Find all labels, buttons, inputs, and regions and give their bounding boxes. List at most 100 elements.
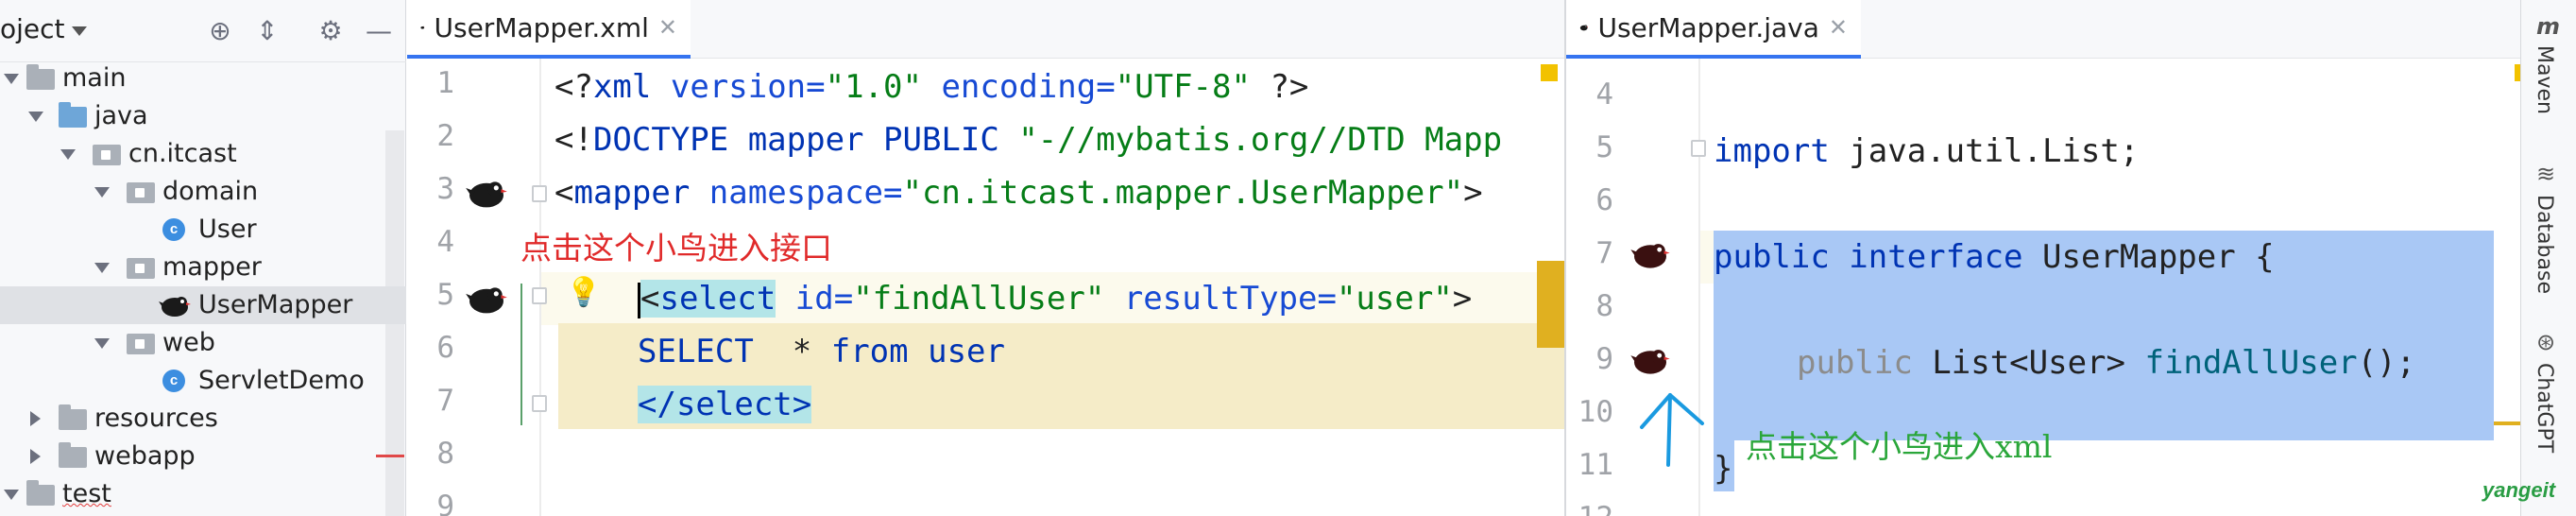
chevron-down-icon[interactable] — [72, 26, 87, 36]
token: id= — [776, 280, 854, 318]
fold-icon[interactable] — [532, 395, 547, 412]
tree-item-label: User — [198, 215, 257, 244]
line-number: 12 — [1566, 501, 1613, 516]
line-number: 8 — [1595, 289, 1613, 323]
chatgpt-icon[interactable]: ⊛ — [2536, 329, 2555, 355]
token: from — [830, 333, 909, 370]
fold-icon[interactable] — [532, 185, 547, 202]
collapse-all-icon[interactable]: ⇕ — [251, 15, 283, 47]
token: interface — [1829, 238, 2023, 276]
tree-item-servletdemo[interactable]: c ServletDemo — [0, 362, 406, 400]
token: import — [1714, 132, 1830, 170]
database-icon[interactable]: ≋ — [2536, 161, 2555, 187]
token: <? — [554, 68, 593, 106]
tree-item-label: web — [162, 328, 215, 357]
line-number: 6 — [436, 331, 454, 365]
expand-arrow-icon[interactable] — [4, 74, 19, 84]
sidebar-item-database[interactable]: Database — [2533, 195, 2556, 294]
scroll-marker — [1537, 261, 1564, 348]
mybatis-bird-navigate-icon[interactable] — [466, 282, 507, 316]
tree-item-webapp[interactable]: webapp — [0, 438, 406, 475]
line-number: 1 — [436, 66, 454, 100]
token: "user" — [1336, 280, 1453, 318]
tree-item-test[interactable]: test — [0, 475, 406, 513]
expand-arrow-icon[interactable] — [94, 263, 110, 273]
minimize-icon[interactable]: — — [363, 15, 395, 47]
tab-usermapper-xml[interactable]: UserMapper.xml ✕ — [407, 0, 691, 59]
collapsed-arrow-icon[interactable] — [30, 411, 41, 426]
token: < — [640, 280, 660, 318]
tree-item-resources[interactable]: resources — [0, 400, 406, 438]
java-line-5: import java.util.List; — [1714, 125, 2139, 178]
collapsed-arrow-icon[interactable] — [30, 449, 41, 464]
java-line-7: public interface UserMapper { — [1714, 231, 2275, 284]
sidebar-item-chatgpt[interactable]: ChatGPT — [2533, 363, 2556, 453]
warning-marker — [1541, 64, 1558, 81]
package-icon — [127, 182, 155, 203]
tree-item-user[interactable]: c User — [0, 211, 406, 249]
folder-icon — [26, 480, 55, 506]
token: select — [659, 280, 776, 318]
fold-icon[interactable] — [532, 287, 547, 304]
resources-folder-icon — [59, 404, 87, 430]
change-marker — [520, 284, 522, 425]
mybatis-bird-navigate-icon[interactable] — [1630, 344, 1670, 376]
tree-item-usermapper[interactable]: UserMapper — [0, 286, 406, 324]
xml-line-5: <select id="findAllUser" resultType="use… — [638, 272, 1472, 325]
tree-item-java[interactable]: java — [0, 97, 406, 135]
expand-arrow-icon[interactable] — [60, 149, 76, 160]
tree-item-label: java — [94, 101, 148, 130]
tab-label: UserMapper.xml — [434, 11, 649, 43]
sidebar-item-maven[interactable]: Maven — [2533, 45, 2556, 114]
token: <! — [554, 121, 593, 159]
tree-item-label: domain — [162, 177, 259, 206]
java-editor: UserMapper.java ✕ 4 5 6 7 8 9 10 11 12 — [1566, 0, 2532, 516]
lightbulb-icon[interactable]: 💡 — [566, 276, 601, 309]
token: DOCTYPE mapper PUBLIC — [592, 121, 1019, 159]
mybatis-bird-navigate-icon[interactable] — [1630, 238, 1670, 270]
mybatis-bird-navigate-icon[interactable] — [466, 176, 507, 210]
token: } — [1714, 450, 1733, 488]
token: > — [1452, 280, 1473, 318]
xml-line-3: <mapper namespace="cn.itcast.mapper.User… — [554, 166, 1483, 219]
expand-arrow-icon[interactable] — [28, 112, 43, 122]
token: (); — [2357, 344, 2416, 382]
tree-item-label: cn.itcast — [128, 139, 237, 168]
project-panel-header: oject ⊕ ⇕ ⚙ — — [0, 0, 406, 62]
token: encoding= — [921, 68, 1116, 106]
tree-item-label: resources — [94, 404, 218, 433]
maven-icon[interactable]: m — [2536, 13, 2560, 40]
line-number: 9 — [1595, 342, 1613, 376]
tree-item-mapper[interactable]: mapper — [0, 249, 406, 286]
token: * — [753, 333, 831, 370]
tree-item-label: main — [62, 63, 127, 93]
token: "findAllUser" — [853, 280, 1105, 318]
close-icon[interactable]: ✕ — [658, 14, 677, 41]
token: SELECT — [638, 333, 754, 370]
fold-icon[interactable] — [1691, 140, 1706, 157]
line-number: 8 — [436, 437, 454, 471]
line-number: 4 — [1595, 77, 1613, 112]
gear-icon[interactable]: ⚙ — [315, 15, 347, 47]
crosshair-icon[interactable]: ⊕ — [204, 15, 236, 47]
mybatis-bird-icon — [159, 297, 191, 317]
token: List<User> — [1912, 344, 2145, 382]
tree-item-cn-itcast[interactable]: cn.itcast — [0, 135, 406, 173]
close-icon[interactable]: ✕ — [1829, 14, 1848, 41]
folder-icon — [26, 64, 55, 90]
package-icon — [127, 334, 155, 354]
tree-item-domain[interactable]: domain — [0, 173, 406, 211]
annotation-to-xml: 点击这个小鸟进入xml — [1746, 428, 2053, 465]
expand-arrow-icon[interactable] — [94, 187, 110, 198]
expand-arrow-icon[interactable] — [4, 490, 19, 500]
token: mapper — [573, 174, 691, 212]
token: java.util.List; — [1829, 132, 2140, 170]
token: public — [1797, 344, 1913, 382]
scroll-marker — [2494, 421, 2520, 425]
tree-item-web[interactable]: web — [0, 324, 406, 362]
project-panel-title[interactable]: oject — [0, 13, 65, 44]
expand-arrow-icon[interactable] — [94, 338, 110, 349]
xml-line-1: <?xml version="1.0" encoding="UTF-8" ?> — [554, 60, 1308, 113]
xml-line-6: SELECT * from user — [638, 325, 1005, 378]
tree-item-main[interactable]: main — [0, 60, 406, 97]
